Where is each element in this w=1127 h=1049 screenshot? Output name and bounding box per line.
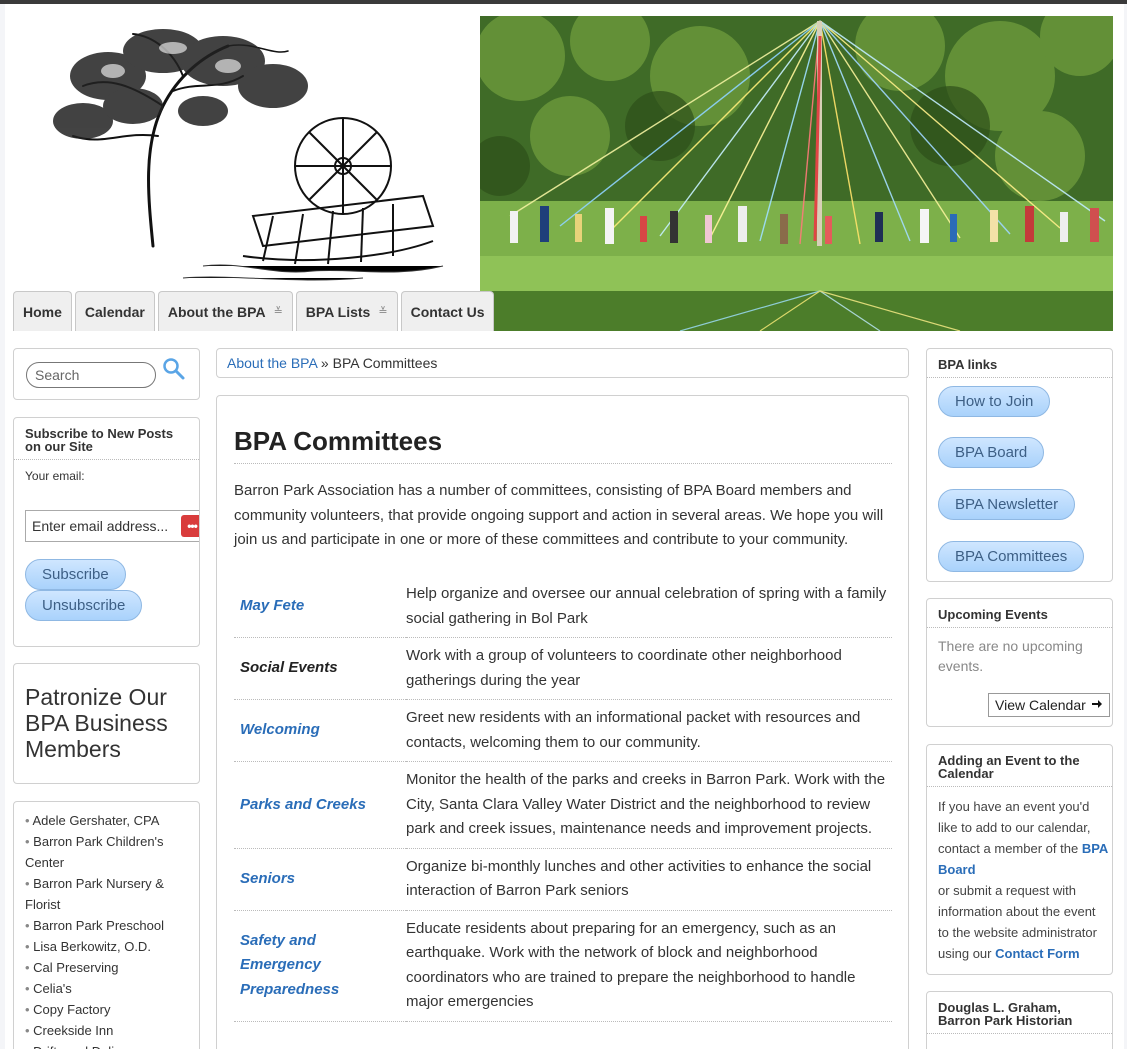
intro-paragraph: Barron Park Association has a number of … (234, 482, 884, 548)
nav-bpa-lists-label: BPA Lists (305, 303, 371, 320)
contact-form-link[interactable]: Contact Form (995, 946, 1080, 961)
main-nav: Home Calendar About the BPA ≚ BPA Lists ≚ … (13, 291, 495, 331)
business-item[interactable]: Barron Park Nursery & Florist (25, 873, 188, 915)
committee-name-link[interactable]: May Fete (234, 576, 406, 638)
nav-about[interactable]: About the BPA ≚ (157, 291, 293, 331)
upcoming-events-title: Upcoming Events (927, 599, 1112, 628)
bpa-links-title: BPA links (927, 349, 1112, 378)
business-members-widget: Adele Gershater, CPA Barron Park Childre… (13, 801, 200, 1049)
nav-contact-label: Contact Us (410, 303, 485, 320)
breadcrumb-parent-link[interactable]: About the BPA (227, 355, 317, 371)
business-item[interactable]: Driftwood Deli (25, 1041, 188, 1049)
bpa-links-widget: BPA links How to Join BPA Board BPA News… (926, 348, 1113, 582)
more-dots-icon[interactable]: ••• (181, 515, 199, 537)
main-content: BPA Committees Barron Park Association h… (216, 395, 909, 1049)
email-placeholder: Enter email address... (32, 518, 169, 534)
arrow-right-icon (1091, 697, 1103, 713)
patronize-widget: Patronize Our BPA Business Members (13, 663, 200, 784)
table-row: Social Events Work with a group of volun… (234, 637, 892, 700)
nav-home-label: Home (23, 303, 62, 320)
committee-description: Greet new residents with an informationa… (406, 699, 892, 762)
business-item[interactable]: Adele Gershater, CPA (25, 810, 188, 831)
patronize-title: Patronize Our BPA Business Members (25, 684, 168, 762)
link-how-to-join[interactable]: How to Join (938, 386, 1051, 417)
search-input[interactable]: Search (26, 362, 156, 388)
table-row: May Fete Help organize and oversee our a… (234, 576, 892, 638)
nav-about-label: About the BPA (167, 303, 266, 320)
search-placeholder: Search (35, 367, 80, 383)
business-item[interactable]: Barron Park Preschool (25, 915, 188, 936)
committee-description: Work with a group of volunteers to coord… (406, 637, 892, 700)
link-bpa-board[interactable]: BPA Board (938, 437, 1045, 468)
table-row: Welcoming Greet new residents with an in… (234, 699, 892, 762)
nav-home[interactable]: Home (13, 291, 72, 331)
site-header: Home Calendar About the BPA ≚ BPA Lists ≚ … (13, 16, 1113, 331)
header-sketch-illustration (13, 16, 480, 291)
subscribe-button[interactable]: Subscribe (25, 559, 126, 590)
table-row: Seniors Organize bi-monthly lunches and … (234, 848, 892, 911)
link-bpa-newsletter[interactable]: BPA Newsletter (938, 489, 1076, 520)
table-row: Parks and Creeks Monitor the health of t… (234, 761, 892, 849)
historian-widget: Douglas L. Graham, Barron Park Historian (926, 991, 1113, 1049)
committee-description: Monitor the health of the parks and cree… (406, 761, 892, 849)
unsubscribe-button[interactable]: Unsubscribe (25, 590, 143, 621)
committee-name-link[interactable]: Parks and Creeks (234, 761, 406, 849)
breadcrumb-current: BPA Committees (332, 355, 438, 371)
nav-bpa-lists[interactable]: BPA Lists ≚ (295, 291, 398, 331)
adding-event-title: Adding an Event to the Calendar (927, 745, 1112, 787)
nav-calendar[interactable]: Calendar (74, 291, 155, 331)
committee-description: Help organize and oversee our annual cel… (406, 576, 892, 638)
header-maypole-photo (480, 16, 1113, 331)
nav-contact[interactable]: Contact Us (400, 291, 495, 331)
link-bpa-committees[interactable]: BPA Committees (938, 541, 1085, 572)
adding-event-text-1: If you have an event you'd like to add t… (938, 799, 1091, 856)
committee-description: Educate residents about preparing for an… (406, 910, 892, 1022)
committees-table: May Fete Help organize and oversee our a… (234, 576, 892, 1022)
email-field[interactable]: Enter email address... (25, 510, 199, 542)
historian-title: Douglas L. Graham, Barron Park Historian (927, 992, 1112, 1034)
subscribe-title: Subscribe to New Posts on our Site (14, 418, 199, 460)
committee-name-link[interactable]: Safety and Emergency Preparedness (234, 910, 406, 1022)
business-item[interactable]: Copy Factory (25, 999, 188, 1020)
search-widget: Search (13, 348, 200, 400)
nav-calendar-label: Calendar (84, 303, 145, 320)
committee-name: Social Events (234, 637, 406, 700)
breadcrumb: About the BPA » BPA Committees (216, 348, 909, 378)
business-item[interactable]: Celia's (25, 978, 188, 999)
business-item[interactable]: Barron Park Children's Center (25, 831, 188, 873)
upcoming-events-widget: Upcoming Events There are no upcoming ev… (926, 598, 1113, 727)
business-item[interactable]: Cal Preserving (25, 957, 188, 978)
business-item[interactable]: Lisa Berkowitz, O.D. (25, 936, 188, 957)
committee-name-link[interactable]: Welcoming (234, 699, 406, 762)
chevron-down-icon: ≚ (378, 306, 388, 318)
committee-description: Organize bi-monthly lunches and other ac… (406, 848, 892, 911)
breadcrumb-separator: » (320, 355, 329, 371)
committee-name-link[interactable]: Seniors (234, 848, 406, 911)
search-icon[interactable] (162, 357, 186, 381)
page-title: BPA Committees (234, 426, 892, 464)
view-calendar-label: View Calendar (995, 697, 1086, 713)
business-list: Adele Gershater, CPA Barron Park Childre… (14, 802, 199, 1049)
chevron-down-icon: ≚ (273, 306, 283, 318)
view-calendar-button[interactable]: View Calendar (988, 693, 1110, 717)
no-events-text: There are no upcoming events. (938, 638, 1083, 674)
adding-event-text: If you have an event you'd like to add t… (938, 796, 1108, 964)
table-row: Safety and Emergency Preparedness Educat… (234, 910, 892, 1022)
business-item[interactable]: Creekside Inn (25, 1020, 188, 1041)
email-label: Your email: (25, 469, 85, 483)
subscribe-widget: Subscribe to New Posts on our Site Your … (13, 417, 200, 647)
adding-event-widget: Adding an Event to the Calendar If you h… (926, 744, 1113, 975)
